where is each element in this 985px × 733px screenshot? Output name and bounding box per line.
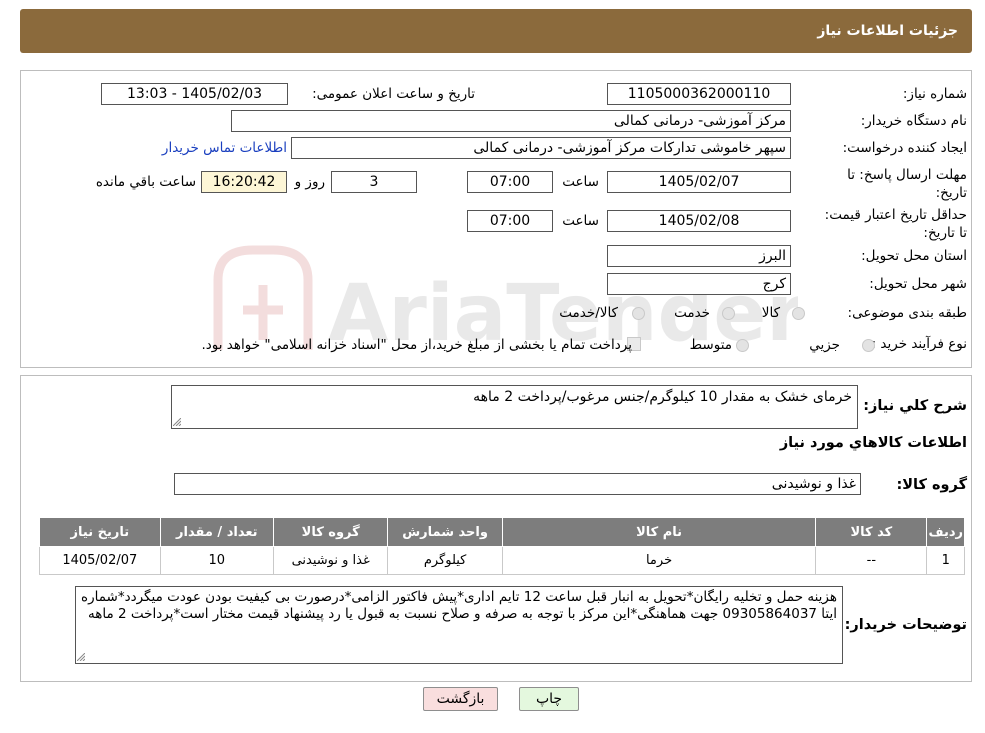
category-radio-goods[interactable]: [792, 307, 805, 320]
resize-handle-icon[interactable]: [173, 418, 181, 426]
resize-handle-icon[interactable]: [77, 653, 85, 661]
summary-label: شرح کلي نياز:: [863, 398, 967, 414]
cell-goods-name: خرما: [501, 546, 817, 575]
requester-field: سپهر خاموشی تدارکات مرکز آموزشی- درمانی …: [291, 137, 791, 159]
announce-datetime-label: تاریخ و ساعت اعلان عمومی:: [312, 86, 475, 102]
category-option-service: خدمت: [674, 305, 710, 321]
price-validity-time-field: 07:00: [467, 210, 553, 232]
table-row: 1 -- خرما کیلوگرم غذا و نوشیدنی 10 1405/…: [39, 546, 965, 575]
purchase-type-radio-small[interactable]: [862, 339, 875, 352]
buyer-contact-link[interactable]: اطلاعات تماس خریدار: [162, 140, 287, 156]
reply-deadline-time-label: ساعت: [562, 174, 599, 190]
summary-text: خرمای خشک به مقدار 10 کیلوگرم/جنس مرغوب/…: [473, 389, 852, 405]
back-button[interactable]: بازگشت: [423, 687, 498, 711]
category-radio-service[interactable]: [722, 307, 735, 320]
print-button[interactable]: چاپ: [519, 687, 579, 711]
purchase-type-option-medium: متوسط: [689, 337, 732, 353]
cell-row-number: 1: [926, 546, 965, 575]
col-need-date: تاريخ نياز: [39, 517, 161, 547]
buyer-org-label: نام دستگاه خریدار:: [860, 113, 967, 129]
requester-label: ایجاد کننده درخواست:: [842, 140, 967, 156]
category-label: طبقه بندی موضوعی:: [847, 305, 967, 321]
category-option-goods: کالا: [761, 305, 780, 321]
cell-need-date: 1405/02/07: [39, 546, 161, 575]
cell-unit: کیلوگرم: [387, 546, 503, 575]
reply-deadline-days-field: 3: [331, 171, 417, 193]
province-field: البرز: [607, 245, 791, 267]
cell-goods-group: غذا و نوشیدنی: [272, 546, 389, 575]
need-number-field: 1105000362000110: [607, 83, 791, 105]
announce-datetime-field: 1405/02/03 - 13:03: [101, 83, 288, 105]
price-validity-label: حداقل تاریخ اعتبار قیمت: تا تاریخ:: [824, 207, 967, 241]
reply-deadline-label: مهلت ارسال پاسخ: تا تاریخ:: [847, 167, 967, 201]
buyer-notes-text: هزینه حمل و تخلیه رایگان*تحویل به انبار …: [81, 589, 837, 622]
page-header: جزئیات اطلاعات نیاز: [20, 9, 972, 53]
col-quantity: تعداد / مقدار: [159, 517, 274, 547]
remaining-time-field: 16:20:42: [201, 171, 287, 193]
city-field: کرج: [607, 273, 791, 295]
col-unit: واحد شمارش: [387, 517, 503, 547]
need-number-label: شماره نیاز:: [902, 86, 967, 102]
cell-goods-code: --: [815, 546, 928, 575]
summary-field: خرمای خشک به مقدار 10 کیلوگرم/جنس مرغوب/…: [171, 385, 858, 429]
goods-group-label: گروه کالا:: [896, 477, 967, 493]
purchase-type-label: نوع فرآیند خرید :: [871, 336, 967, 352]
category-option-goods-service: کالا/خدمت: [559, 305, 618, 321]
reply-deadline-date-field: 1405/02/07: [607, 171, 791, 193]
city-label: شهر محل تحویل:: [869, 276, 967, 292]
category-radio-goods-service[interactable]: [632, 307, 645, 320]
buyer-org-field: مرکز آموزشی- درمانی کمالی: [231, 110, 791, 132]
table-header-row: رديف کد کالا نام کالا واحد شمارش گروه کا…: [39, 517, 965, 547]
purchase-type-note: پرداخت تمام یا بخشی از مبلغ خرید،از محل …: [201, 337, 632, 353]
col-goods-name: نام کالا: [501, 517, 817, 547]
reply-deadline-time-field: 07:00: [467, 171, 553, 193]
buyer-notes-field: هزینه حمل و تخلیه رایگان*تحویل به انبار …: [75, 586, 843, 664]
goods-table: رديف کد کالا نام کالا واحد شمارش گروه کا…: [39, 517, 965, 575]
goods-section-title: اطلاعات کالاهاي مورد نياز: [779, 435, 967, 451]
purchase-type-radio-medium[interactable]: [736, 339, 749, 352]
province-label: استان محل تحویل:: [861, 248, 967, 264]
col-goods-code: کد کالا: [815, 517, 928, 547]
col-row-number: رديف: [926, 517, 965, 547]
price-validity-date-field: 1405/02/08: [607, 210, 791, 232]
purchase-type-option-small: جزیي: [809, 337, 840, 353]
reply-deadline-days-label: روز و: [294, 174, 325, 190]
goods-group-field: غذا و نوشیدنی: [174, 473, 861, 495]
price-validity-time-label: ساعت: [562, 213, 599, 229]
cell-quantity: 10: [159, 546, 274, 575]
page-title: جزئیات اطلاعات نیاز: [817, 23, 958, 39]
remaining-time-label: ساعت باقي مانده: [95, 174, 196, 190]
buyer-notes-label: توضیحات خریدار:: [844, 617, 967, 633]
col-goods-group: گروه کالا: [272, 517, 389, 547]
